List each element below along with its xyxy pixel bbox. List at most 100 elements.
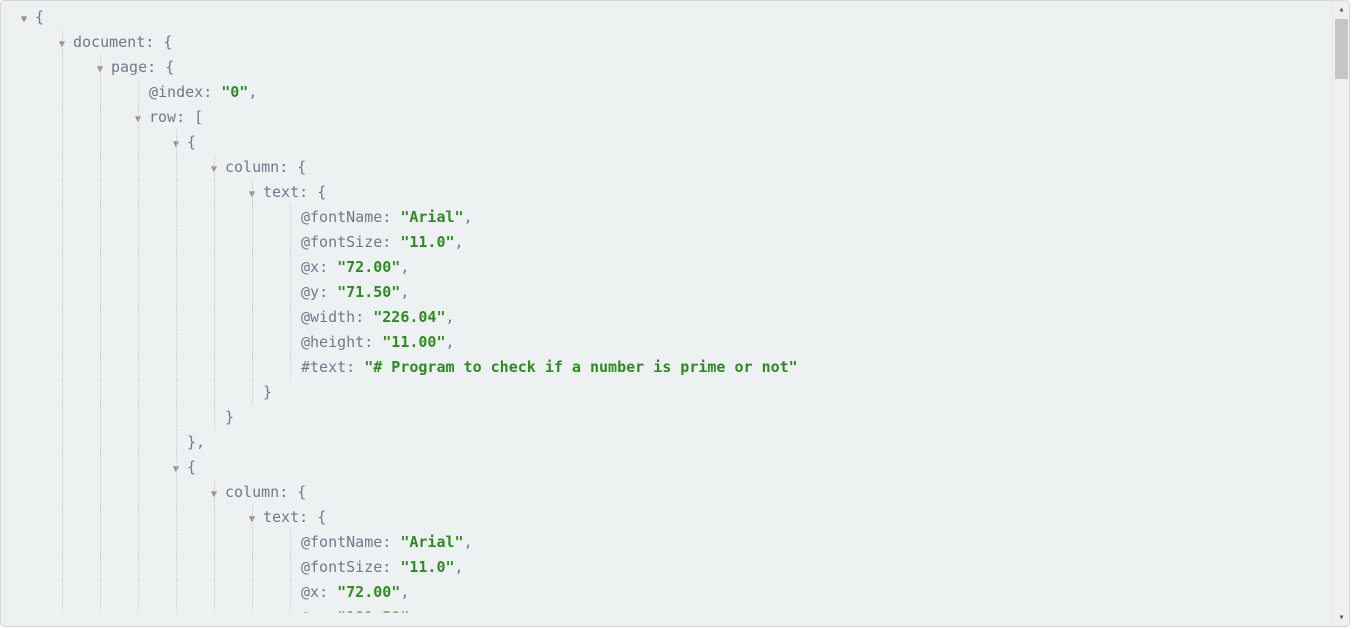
json-string-value: "71.50" bbox=[337, 283, 400, 301]
tree-line: ▼column: { bbox=[1, 155, 1332, 180]
json-key: @x bbox=[301, 258, 319, 276]
json-colon: : bbox=[382, 558, 400, 576]
json-key: document bbox=[73, 33, 145, 51]
tree-line: @index: "0", bbox=[1, 80, 1332, 105]
json-bracket: { bbox=[163, 33, 172, 51]
json-colon: : bbox=[279, 483, 297, 501]
json-colon: : bbox=[319, 283, 337, 301]
expand-toggle-icon[interactable]: ▼ bbox=[21, 7, 31, 32]
json-string-value: "Arial" bbox=[400, 208, 463, 226]
json-comma: , bbox=[400, 283, 409, 301]
json-key: row bbox=[149, 108, 176, 126]
json-key: @y bbox=[301, 608, 319, 613]
json-tree-content: ▼{▼document: {▼page: {@index: "0",▼row: … bbox=[1, 1, 1332, 626]
json-string-value: "11.00" bbox=[382, 333, 445, 351]
json-comma: , bbox=[400, 583, 409, 601]
json-colon: : bbox=[355, 308, 373, 326]
json-comma: , bbox=[400, 258, 409, 276]
tree-line: ▼text: { bbox=[1, 505, 1332, 530]
tree-line: @width: "226.04", bbox=[1, 305, 1332, 330]
json-string-value: "Arial" bbox=[400, 533, 463, 551]
scroll-thumb[interactable] bbox=[1335, 19, 1348, 79]
tree-line: ▼{ bbox=[1, 130, 1332, 155]
json-bracket: } bbox=[225, 408, 234, 426]
json-comma: , bbox=[464, 533, 473, 551]
json-bracket: { bbox=[187, 133, 196, 151]
expand-toggle-icon[interactable]: ▼ bbox=[173, 457, 183, 482]
json-comma: , bbox=[409, 608, 418, 613]
json-key: @fontName bbox=[301, 208, 382, 226]
json-colon: : bbox=[346, 358, 364, 376]
tree-line: } bbox=[1, 380, 1332, 405]
tree-line: @y: "71.50", bbox=[1, 280, 1332, 305]
json-key: @width bbox=[301, 308, 355, 326]
expand-toggle-icon[interactable]: ▼ bbox=[211, 157, 221, 182]
json-comma: , bbox=[248, 83, 257, 101]
tree-line: ▼page: { bbox=[1, 55, 1332, 80]
json-colon: : bbox=[147, 58, 165, 76]
scroll-down-arrow[interactable]: ▾ bbox=[1333, 609, 1350, 626]
json-key: @x bbox=[301, 583, 319, 601]
json-bracket: { bbox=[317, 183, 326, 201]
json-colon: : bbox=[364, 333, 382, 351]
json-string-value: "11.0" bbox=[400, 558, 454, 576]
json-colon: : bbox=[382, 533, 400, 551]
json-comma: , bbox=[446, 333, 455, 351]
tree-line: @x: "72.00", bbox=[1, 255, 1332, 280]
json-comma: , bbox=[464, 208, 473, 226]
json-key: @fontSize bbox=[301, 233, 382, 251]
scroll-up-arrow[interactable]: ▴ bbox=[1333, 1, 1350, 18]
json-colon: : bbox=[279, 158, 297, 176]
json-string-value: "72.00" bbox=[337, 258, 400, 276]
json-colon: : bbox=[382, 208, 400, 226]
json-colon: : bbox=[145, 33, 163, 51]
json-bracket: } bbox=[187, 433, 196, 451]
json-colon: : bbox=[176, 108, 194, 126]
json-string-value: "0" bbox=[221, 83, 248, 101]
json-comma: , bbox=[455, 233, 464, 251]
json-string-value: "101.50" bbox=[337, 608, 409, 613]
tree-line: @height: "11.00", bbox=[1, 330, 1332, 355]
expand-toggle-icon[interactable]: ▼ bbox=[173, 132, 183, 157]
json-key: text bbox=[263, 508, 299, 526]
expand-toggle-icon[interactable]: ▼ bbox=[211, 482, 221, 507]
json-colon: : bbox=[319, 258, 337, 276]
tree-line: ▼{ bbox=[1, 455, 1332, 480]
json-string-value: "11.0" bbox=[400, 233, 454, 251]
json-bracket: { bbox=[187, 458, 196, 476]
json-key: @fontSize bbox=[301, 558, 382, 576]
json-colon: : bbox=[203, 83, 221, 101]
json-colon: : bbox=[319, 583, 337, 601]
expand-toggle-icon[interactable]: ▼ bbox=[249, 182, 259, 207]
expand-toggle-icon[interactable]: ▼ bbox=[135, 107, 145, 132]
tree-line: } bbox=[1, 405, 1332, 430]
tree-line: ▼row: [ bbox=[1, 105, 1332, 130]
json-viewer-frame: ▼{▼document: {▼page: {@index: "0",▼row: … bbox=[0, 0, 1350, 627]
json-colon: : bbox=[299, 508, 317, 526]
json-colon: : bbox=[382, 233, 400, 251]
tree-line: ▼{ bbox=[1, 5, 1332, 30]
json-bracket: { bbox=[35, 8, 44, 26]
tree-line: @fontName: "Arial", bbox=[1, 530, 1332, 555]
vertical-scrollbar-track[interactable]: ▴ ▾ bbox=[1332, 1, 1349, 626]
expand-toggle-icon[interactable]: ▼ bbox=[59, 32, 69, 57]
json-key: text bbox=[263, 183, 299, 201]
expand-toggle-icon[interactable]: ▼ bbox=[97, 57, 107, 82]
json-bracket: { bbox=[297, 483, 306, 501]
json-bracket: [ bbox=[194, 108, 203, 126]
json-key: @fontName bbox=[301, 533, 382, 551]
json-colon: : bbox=[299, 183, 317, 201]
tree-line: @fontSize: "11.0", bbox=[1, 555, 1332, 580]
tree-line: ▼document: { bbox=[1, 30, 1332, 55]
json-key: @index bbox=[149, 83, 203, 101]
tree-line: ▼text: { bbox=[1, 180, 1332, 205]
expand-toggle-icon[interactable]: ▼ bbox=[249, 507, 259, 532]
json-comma: , bbox=[196, 433, 205, 451]
tree-line: @fontSize: "11.0", bbox=[1, 230, 1332, 255]
json-key: #text bbox=[301, 358, 346, 376]
json-key: column bbox=[225, 483, 279, 501]
json-string-value: "# Program to check if a number is prime… bbox=[364, 358, 797, 376]
json-key: page bbox=[111, 58, 147, 76]
tree-line: @x: "72.00", bbox=[1, 580, 1332, 605]
json-bracket: { bbox=[165, 58, 174, 76]
